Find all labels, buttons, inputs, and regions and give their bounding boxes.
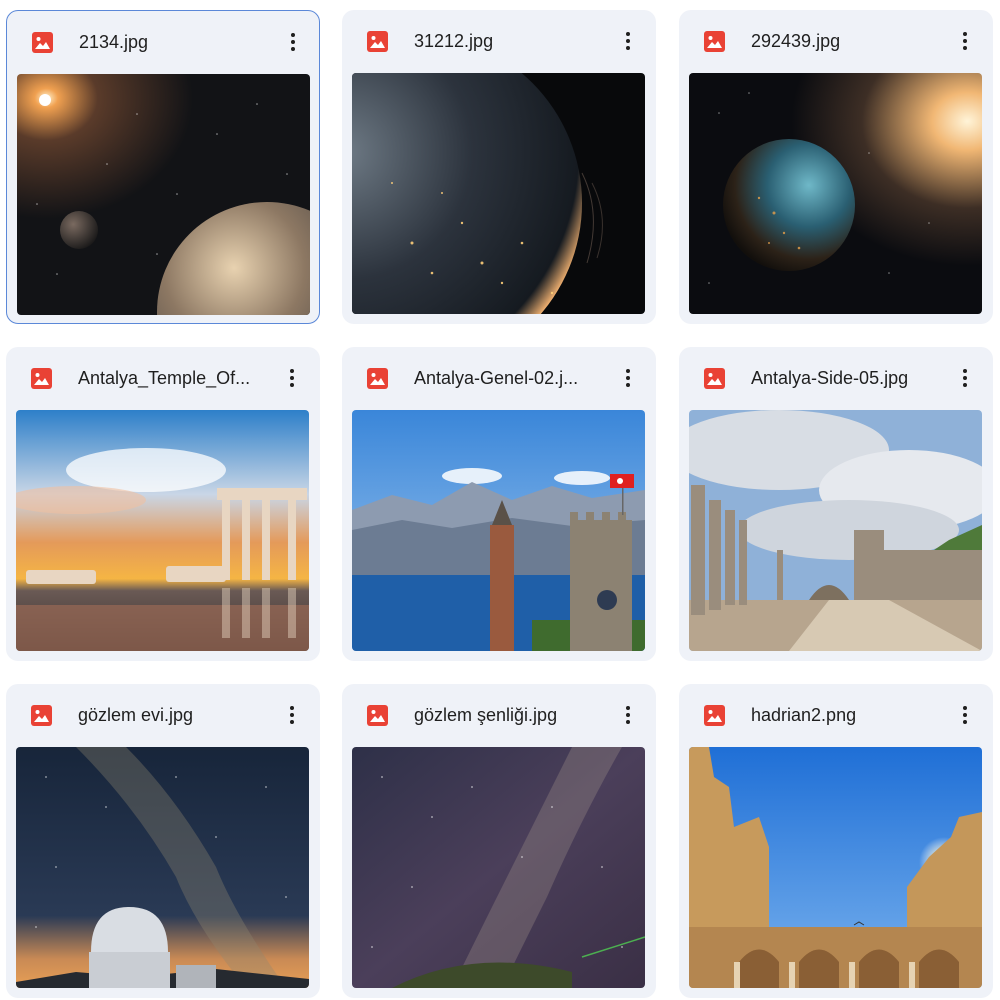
file-thumbnail[interactable] (352, 410, 645, 651)
image-file-icon (31, 705, 52, 726)
file-card-header: Antalya_Temple_Of... (6, 347, 320, 409)
file-thumbnail[interactable] (689, 747, 982, 988)
file-card-header: 292439.jpg (679, 10, 993, 72)
image-file-icon (31, 368, 52, 389)
more-vert-icon[interactable] (276, 362, 308, 394)
file-card-header: Antalya-Genel-02.j... (342, 347, 656, 409)
image-file-icon (704, 31, 725, 52)
image-file-icon (367, 705, 388, 726)
file-card-gozlem-senligi[interactable]: gözlem şenliği.jpg (342, 684, 656, 998)
file-card-header: hadrian2.png (679, 684, 993, 746)
file-card-antalya-side[interactable]: Antalya-Side-05.jpg (679, 347, 993, 661)
file-name: 31212.jpg (414, 31, 494, 51)
file-name: 292439.jpg (751, 31, 841, 51)
file-name: gözlem evi.jpg (78, 705, 194, 725)
file-thumbnail[interactable] (352, 747, 645, 988)
file-name: Antalya_Temple_Of... (78, 368, 251, 388)
file-card-antalya-temple[interactable]: Antalya_Temple_Of... (6, 347, 320, 661)
file-thumbnail[interactable] (17, 74, 310, 315)
file-thumbnail[interactable] (16, 747, 309, 988)
file-card-header: gözlem evi.jpg (6, 684, 320, 746)
file-thumbnail[interactable] (16, 410, 309, 651)
more-vert-icon[interactable] (949, 699, 981, 731)
image-file-icon (367, 368, 388, 389)
file-card-header: 2134.jpg (7, 11, 319, 73)
image-file-icon (367, 31, 388, 52)
image-file-icon (32, 32, 53, 53)
file-card-hadrian2[interactable]: hadrian2.png (679, 684, 993, 998)
file-card-31212[interactable]: 31212.jpg (342, 10, 656, 324)
file-card-header: 31212.jpg (342, 10, 656, 72)
more-vert-icon[interactable] (612, 25, 644, 57)
file-name: hadrian2.png (751, 705, 857, 725)
file-thumbnail[interactable] (689, 73, 982, 314)
file-name: Antalya-Side-05.jpg (751, 368, 909, 388)
image-file-icon (704, 705, 725, 726)
more-vert-icon[interactable] (277, 26, 309, 58)
file-thumbnail[interactable] (689, 410, 982, 651)
file-card-header: gözlem şenliği.jpg (342, 684, 656, 746)
more-vert-icon[interactable] (612, 362, 644, 394)
file-name: gözlem şenliği.jpg (414, 705, 558, 725)
file-card-292439[interactable]: 292439.jpg (679, 10, 993, 324)
more-vert-icon[interactable] (949, 362, 981, 394)
image-file-icon (704, 368, 725, 389)
file-card-gozlem-evi[interactable]: gözlem evi.jpg (6, 684, 320, 998)
more-vert-icon[interactable] (276, 699, 308, 731)
more-vert-icon[interactable] (949, 25, 981, 57)
file-name: Antalya-Genel-02.j... (414, 368, 579, 388)
file-thumbnail[interactable] (352, 73, 645, 314)
file-card-2134[interactable]: 2134.jpg (6, 10, 320, 324)
more-vert-icon[interactable] (612, 699, 644, 731)
file-name: 2134.jpg (79, 32, 149, 52)
file-card-antalya-genel[interactable]: Antalya-Genel-02.j... (342, 347, 656, 661)
file-card-header: Antalya-Side-05.jpg (679, 347, 993, 409)
